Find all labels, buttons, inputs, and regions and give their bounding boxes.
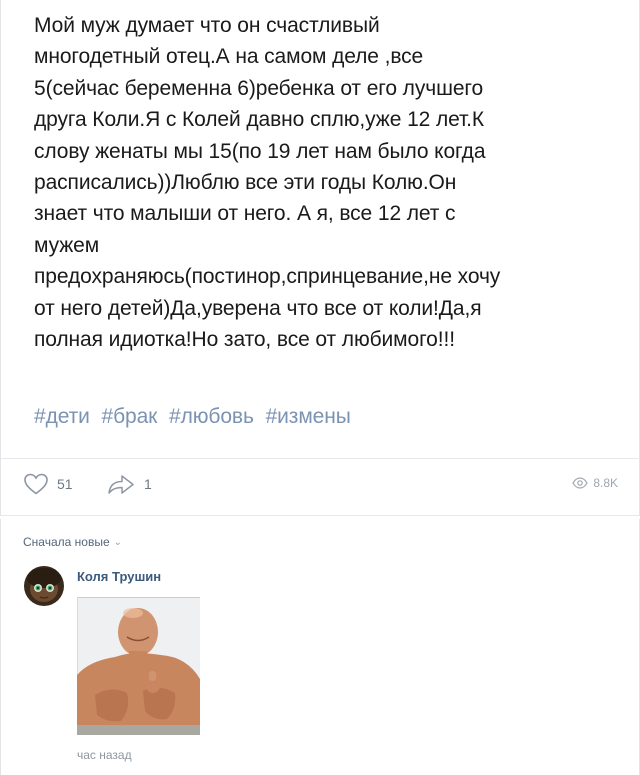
- like-count: 51: [57, 476, 73, 492]
- hashtag-deti[interactable]: #дети: [34, 405, 90, 428]
- divider: [1, 458, 640, 459]
- hashtag-brak[interactable]: #брак: [102, 405, 158, 428]
- post-actions: 51 1 8.8K: [23, 472, 618, 502]
- hashtags: #дети #брак #любовь #измены: [34, 405, 357, 429]
- comment-photo[interactable]: [77, 597, 200, 735]
- avatar-image: [24, 566, 64, 606]
- like-button[interactable]: 51: [23, 472, 73, 496]
- share-count: 1: [144, 476, 152, 492]
- comment-sort-dropdown[interactable]: Сначала новые ⌄: [23, 535, 122, 549]
- comment-author[interactable]: Коля Трушин: [77, 569, 161, 584]
- share-button[interactable]: 1: [106, 472, 152, 496]
- eye-icon: [572, 477, 589, 489]
- sort-label: Сначала новые: [23, 535, 110, 549]
- post: Мой муж думает что он счастливый многоде…: [0, 0, 640, 515]
- avatar[interactable]: [24, 566, 64, 606]
- share-icon: [108, 475, 134, 494]
- hashtag-lyubov[interactable]: #любовь: [169, 405, 254, 428]
- comment-time[interactable]: час назад: [77, 748, 132, 762]
- heart-icon: [24, 473, 48, 495]
- view-count: 8.8K: [593, 476, 618, 490]
- comments-section: Сначала новые ⌄ Коля Трушин час назад: [0, 519, 640, 775]
- section-divider: [0, 515, 640, 516]
- views: 8.8K: [572, 476, 618, 490]
- photo-image: [77, 597, 200, 735]
- chevron-down-icon: ⌄: [113, 536, 123, 548]
- hashtag-izmeny[interactable]: #измены: [266, 405, 351, 428]
- post-text: Мой муж думает что он счастливый многоде…: [34, 14, 501, 352]
